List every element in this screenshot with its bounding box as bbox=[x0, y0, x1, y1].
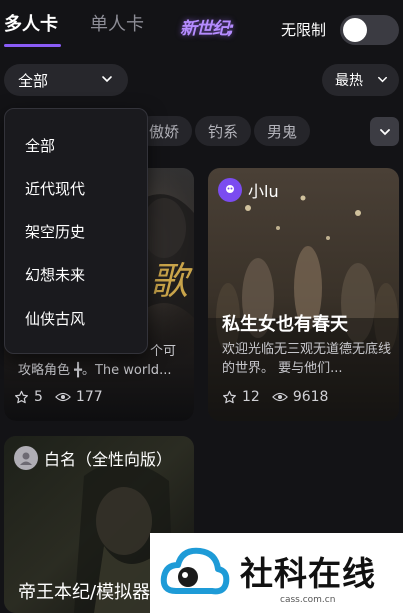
tag-chip[interactable]: 男鬼 bbox=[254, 116, 310, 146]
dropdown-option-all[interactable]: 全部 bbox=[25, 135, 55, 156]
star-icon bbox=[14, 390, 29, 403]
author-name: 小lu bbox=[248, 182, 279, 201]
avatar-icon bbox=[226, 185, 234, 193]
chevron-down-icon bbox=[376, 73, 389, 90]
card-title: 私生女也有春天 bbox=[222, 314, 348, 335]
card-stats: 5 177 bbox=[14, 389, 115, 405]
card-description: 攻略角色 ╋。The world... bbox=[18, 363, 172, 378]
card-title: 帝王本纪/模拟器 bbox=[18, 582, 151, 603]
sort-label: 最热 bbox=[335, 73, 363, 89]
watermark: 社科在线 cass.com.cn bbox=[150, 533, 403, 613]
author-name: 白名（全性向版） bbox=[44, 450, 173, 469]
eye-icon bbox=[54, 392, 71, 402]
dropdown-option-xianxia[interactable]: 仙侠古风 bbox=[25, 308, 85, 329]
app-logo: 新世纪; bbox=[180, 19, 235, 39]
card-stats: 12 9618 bbox=[222, 389, 340, 405]
watermark-url: cass.com.cn bbox=[280, 595, 336, 605]
expand-tags-button[interactable] bbox=[370, 117, 399, 146]
cloud-logo-icon bbox=[160, 547, 230, 595]
category-filter-label: 全部 bbox=[18, 71, 49, 90]
card-description: 个可 bbox=[150, 344, 177, 359]
star-icon bbox=[222, 390, 237, 403]
views-stat: 9618 bbox=[271, 389, 329, 405]
card-author[interactable]: 白名（全性向版） bbox=[14, 446, 172, 470]
eye-icon bbox=[271, 392, 288, 402]
stars-count: 12 bbox=[242, 389, 260, 405]
card-art-text: 歌 bbox=[150, 259, 189, 303]
sort-select[interactable]: 最热 bbox=[322, 64, 399, 96]
stars-count: 5 bbox=[34, 389, 43, 405]
card-description: 欢迎光临无三观无道德无底线的世界。 要与他们... bbox=[222, 342, 392, 376]
toggle-knob bbox=[343, 18, 367, 42]
views-stat: 177 bbox=[54, 389, 103, 405]
dropdown-option-alt-history[interactable]: 架空历史 bbox=[25, 221, 85, 242]
no-limit-toggle[interactable] bbox=[340, 15, 399, 45]
avatar bbox=[218, 178, 242, 202]
views-count: 177 bbox=[75, 389, 103, 405]
active-tab-indicator bbox=[4, 44, 61, 47]
card-image bbox=[208, 168, 399, 421]
avatar bbox=[14, 446, 38, 470]
card-author[interactable]: 小lu bbox=[218, 178, 279, 202]
avatar-icon bbox=[20, 452, 32, 465]
watermark-text: 社科在线 bbox=[240, 554, 376, 593]
category-dropdown-menu: 全部 近代现代 架空历史 幻想未来 仙侠古风 bbox=[4, 108, 148, 354]
tag-chip[interactable]: 钓系 bbox=[195, 116, 251, 146]
chevron-down-icon bbox=[379, 128, 390, 135]
top-bar: 多人卡 单人卡 新世纪; 无限制 bbox=[0, 0, 403, 56]
no-limit-label: 无限制 bbox=[281, 21, 327, 39]
stars-stat: 5 bbox=[14, 389, 43, 405]
stars-stat: 12 bbox=[222, 389, 260, 405]
dropdown-option-fantasy-future[interactable]: 幻想未来 bbox=[25, 264, 85, 285]
chevron-down-icon bbox=[100, 72, 114, 90]
tab-multi-card[interactable]: 多人卡 bbox=[4, 12, 58, 38]
dropdown-option-modern[interactable]: 近代现代 bbox=[25, 178, 85, 199]
tab-single-card[interactable]: 单人卡 bbox=[90, 12, 144, 38]
character-card[interactable]: 小lu 私生女也有春天 欢迎光临无三观无道德无底线的世界。 要与他们... 12… bbox=[208, 168, 399, 421]
views-count: 9618 bbox=[292, 389, 329, 405]
category-filter[interactable]: 全部 bbox=[4, 64, 128, 96]
